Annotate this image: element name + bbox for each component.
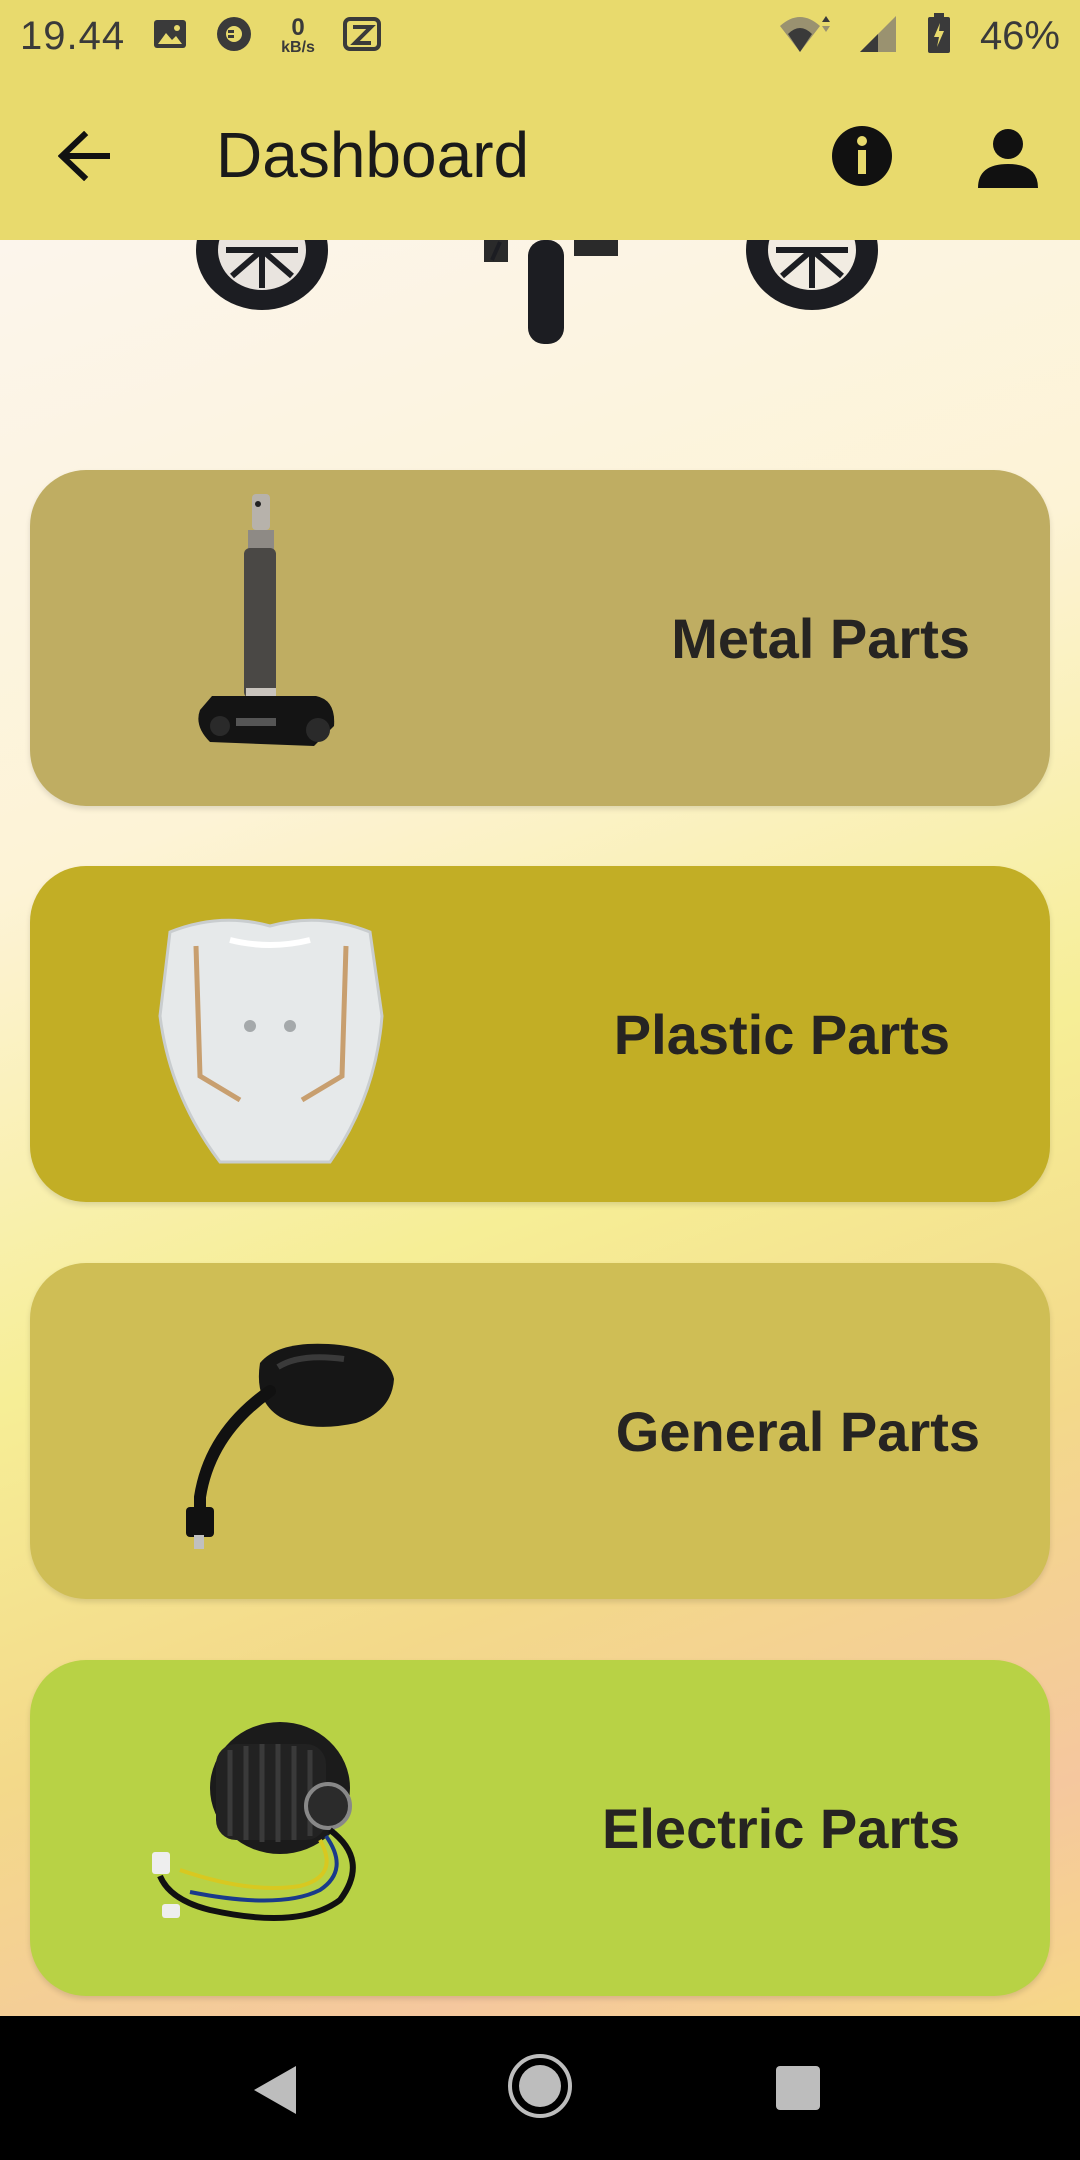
page-title: Dashboard xyxy=(216,119,530,191)
arrow-back-icon xyxy=(58,131,110,181)
net-speed-unit: kB/s xyxy=(281,39,315,56)
app-notification-icon xyxy=(342,16,381,56)
category-label: General Parts xyxy=(615,1399,980,1463)
status-right: 46% xyxy=(778,12,1060,60)
gallery-notification-icon xyxy=(153,19,187,54)
square-recents-icon xyxy=(776,2066,820,2110)
signal-icon xyxy=(858,14,898,59)
person-icon xyxy=(978,129,1038,188)
category-card-general-parts[interactable]: General Parts xyxy=(30,1263,1050,1599)
category-card-metal-parts[interactable]: Metal Parts xyxy=(30,470,1050,806)
nav-home-button[interactable] xyxy=(506,2052,574,2125)
front-wheel-image xyxy=(484,240,618,344)
motorbike-banner-image xyxy=(0,240,1080,360)
nav-recents-button[interactable] xyxy=(774,2064,822,2117)
nav-back-button[interactable] xyxy=(250,2064,300,2121)
app-bar: Dashboard xyxy=(0,72,1080,240)
system-navigation-bar xyxy=(0,2016,1080,2160)
status-time: 19.44 xyxy=(20,13,126,58)
battery-icon xyxy=(926,12,952,60)
mirror-image xyxy=(130,1283,410,1579)
motor-image xyxy=(130,1680,410,1976)
category-label: Electric Parts xyxy=(602,1796,960,1860)
info-button[interactable] xyxy=(828,122,896,190)
status-left: 19.44 0 kB/s xyxy=(20,14,381,59)
net-speed: 0 kB/s xyxy=(281,16,315,56)
steering-stem-image xyxy=(140,490,420,786)
battery-percent: 46% xyxy=(979,13,1060,58)
back-button[interactable] xyxy=(52,122,120,190)
info-icon xyxy=(832,126,892,186)
triangle-back-icon xyxy=(254,2066,296,2114)
category-label: Plastic Parts xyxy=(613,1002,950,1066)
wheel-right-image xyxy=(746,240,878,310)
wheel-left-image xyxy=(196,240,328,310)
status-bar: 19.44 0 kB/s 46% xyxy=(0,0,1080,72)
plastic-fairing-image xyxy=(130,886,410,1182)
category-label: Metal Parts xyxy=(671,606,970,670)
category-card-plastic-parts[interactable]: Plastic Parts xyxy=(30,866,1050,1202)
category-card-electric-parts[interactable]: Electric Parts xyxy=(30,1660,1050,1996)
circle-home-icon xyxy=(508,2054,572,2118)
chat-notification-icon xyxy=(215,15,253,58)
wifi-icon xyxy=(778,14,830,59)
account-button[interactable] xyxy=(972,122,1044,194)
net-speed-value: 0 xyxy=(291,14,305,41)
